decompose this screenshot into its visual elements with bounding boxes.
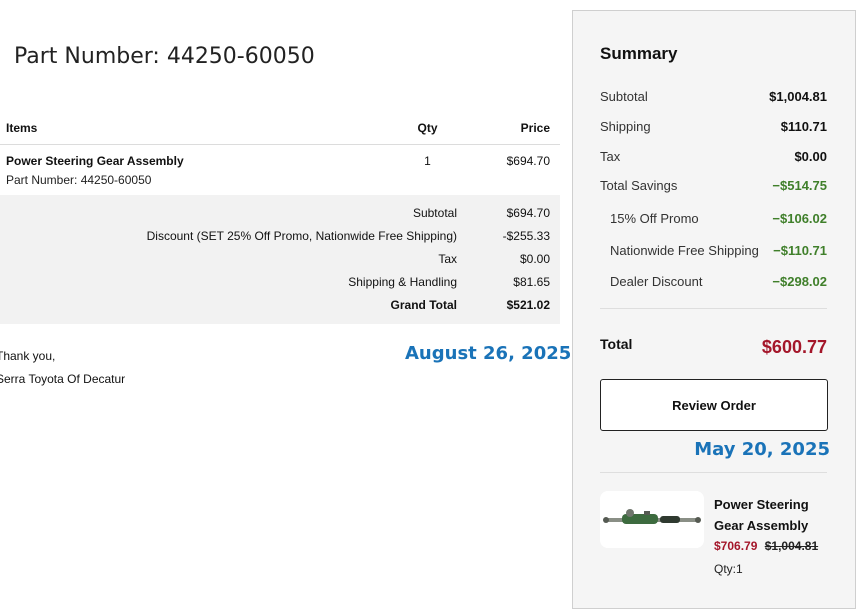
total-label: Total bbox=[600, 336, 633, 352]
savings-value: −$298.02 bbox=[772, 274, 827, 289]
savings-value: −$106.02 bbox=[772, 211, 827, 226]
summary-row-total-savings: Total Savings −$514.75 bbox=[600, 178, 827, 198]
header-price: Price bbox=[520, 121, 550, 135]
totals-label: Discount (SET 25% Off Promo, Nationwide … bbox=[146, 229, 457, 243]
summary-value: −$514.75 bbox=[772, 178, 827, 193]
summary-divider bbox=[600, 308, 827, 309]
savings-label: Dealer Discount bbox=[610, 274, 703, 289]
totals-label: Grand Total bbox=[390, 298, 457, 312]
order-items-table: Items Qty Price Power Steering Gear Asse… bbox=[0, 112, 560, 324]
summary-value: $110.71 bbox=[780, 119, 827, 134]
summary-title: Summary bbox=[600, 44, 678, 63]
summary-label: Shipping bbox=[600, 119, 651, 134]
totals-row-discount: Discount (SET 25% Off Promo, Nationwide … bbox=[0, 225, 560, 248]
summary-row-tax: Tax $0.00 bbox=[600, 149, 827, 169]
savings-row-promo: 15% Off Promo −$106.02 bbox=[600, 211, 827, 231]
total-value: $600.77 bbox=[761, 337, 827, 357]
product-sale-price: $706.79 bbox=[714, 539, 758, 553]
totals-row-shipping: Shipping & Handling $81.65 bbox=[0, 271, 560, 294]
item-price: $694.70 bbox=[506, 154, 550, 168]
totals-value: $694.70 bbox=[506, 206, 550, 220]
item-qty: 1 bbox=[424, 154, 431, 168]
part-number-title: Part Number: 44250-60050 bbox=[14, 44, 315, 69]
order-totals: Subtotal $694.70 Discount (SET 25% Off P… bbox=[0, 195, 560, 324]
totals-value: $81.65 bbox=[513, 275, 550, 289]
savings-label: 15% Off Promo bbox=[610, 211, 699, 226]
summary-label: Total Savings bbox=[600, 178, 678, 193]
summary-value: $0.00 bbox=[794, 149, 827, 164]
email-date: August 26, 2025 bbox=[405, 343, 572, 364]
steering-rack-image bbox=[600, 491, 704, 548]
totals-value: $0.00 bbox=[519, 252, 550, 266]
summary-date: May 20, 2025 bbox=[694, 439, 830, 460]
summary-row-subtotal: Subtotal $1,004.81 bbox=[600, 89, 827, 109]
totals-row-subtotal: Subtotal $694.70 bbox=[0, 202, 560, 225]
header-qty: Qty bbox=[417, 121, 438, 135]
savings-value: −$110.71 bbox=[773, 243, 827, 258]
product-name[interactable]: Power Steering Gear Assembly bbox=[714, 494, 834, 536]
review-order-button[interactable]: Review Order bbox=[600, 379, 828, 431]
savings-row-free-shipping: Nationwide Free Shipping −$110.71 bbox=[600, 243, 827, 263]
totals-row-tax: Tax $0.00 bbox=[0, 248, 560, 271]
product-qty: Qty:1 bbox=[714, 562, 743, 576]
item-name: Power Steering Gear Assembly bbox=[6, 154, 184, 168]
summary-label: Subtotal bbox=[600, 89, 648, 104]
summary-panel: Summary Subtotal $1,004.81 Shipping $110… bbox=[572, 10, 856, 609]
product-divider bbox=[600, 472, 827, 473]
dealer-name: Serra Toyota Of Decatur bbox=[0, 372, 126, 386]
totals-label: Tax bbox=[438, 252, 457, 266]
totals-value: -$255.33 bbox=[502, 229, 550, 243]
header-items: Items bbox=[6, 121, 38, 135]
summary-value: $1,004.81 bbox=[769, 89, 827, 104]
summary-row-shipping: Shipping $110.71 bbox=[600, 119, 827, 139]
totals-label: Subtotal bbox=[412, 206, 457, 220]
savings-label: Nationwide Free Shipping bbox=[610, 243, 759, 258]
thanks-line: Thank you, bbox=[0, 349, 56, 363]
savings-row-dealer-discount: Dealer Discount −$298.02 bbox=[600, 274, 827, 294]
product-original-price: $1,004.81 bbox=[764, 539, 819, 553]
totals-value: $521.02 bbox=[506, 298, 550, 312]
summary-label: Tax bbox=[600, 149, 621, 164]
totals-label: Shipping & Handling bbox=[348, 275, 457, 289]
totals-row-grand-total: Grand Total $521.02 bbox=[0, 294, 560, 317]
item-part-number: Part Number: 44250-60050 bbox=[6, 173, 152, 187]
table-header-row: Items Qty Price bbox=[0, 112, 560, 145]
product-thumbnail[interactable] bbox=[600, 491, 704, 548]
product-prices: $706.79 $1,004.81 bbox=[714, 539, 818, 553]
table-row: Power Steering Gear Assembly Part Number… bbox=[0, 145, 560, 195]
email-signoff: Thank you, Serra Toyota Of Decatur bbox=[0, 345, 125, 391]
